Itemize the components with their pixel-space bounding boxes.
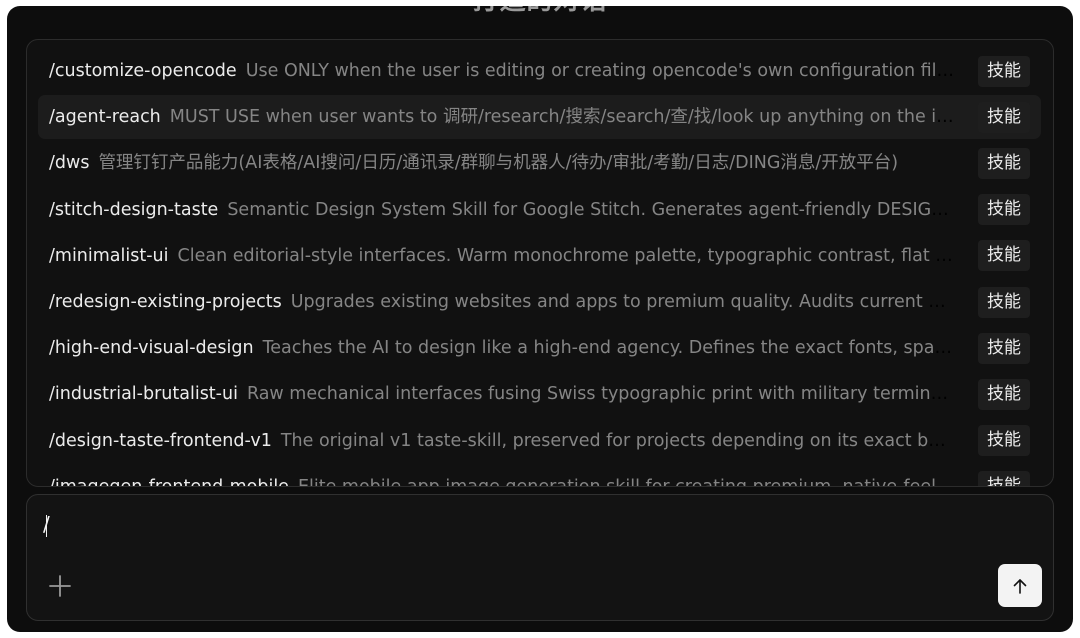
command-item[interactable]: /stitch-design-taste Semantic Design Syst…	[38, 188, 1041, 232]
command-item[interactable]: /high-end-visual-design Teaches the AI to…	[38, 326, 1041, 370]
command-text: /customize-opencode Use ONLY when the use…	[49, 60, 955, 82]
command-text: /high-end-visual-design Teaches the AI to…	[49, 337, 955, 359]
command-name: /industrial-brutalist-ui	[49, 384, 238, 405]
command-name: /design-taste-frontend-v1	[49, 430, 272, 451]
text-caret	[45, 514, 47, 537]
command-description: Raw mechanical interfaces fusing Swiss t…	[246, 384, 955, 405]
command-item[interactable]: /design-taste-frontend-v1 The original v1…	[38, 419, 1041, 463]
app-window: 打造的对话 /customize-opencode Use ONLY when t…	[7, 6, 1073, 632]
command-description: Use ONLY when the user is editing or cre…	[245, 61, 955, 81]
command-item[interactable]: /dws 管理钉钉产品能力(AI表格/AI搜问/日历/通讯录/群聊与机器人/待办/…	[38, 141, 1041, 185]
message-input[interactable]: /	[43, 511, 50, 537]
command-description: MUST USE when user wants to 调研/research/…	[169, 107, 955, 128]
command-text: /redesign-existing-projects Upgrades exis…	[49, 291, 955, 313]
command-name: /imagegen-frontend-mobile	[49, 476, 289, 487]
command-item[interactable]: /customize-opencode Use ONLY when the use…	[38, 49, 1041, 93]
command-text: /industrial-brutalist-ui Raw mechanical i…	[49, 383, 955, 405]
skill-badge: 技能	[978, 471, 1030, 486]
command-name: /minimalist-ui	[49, 245, 169, 266]
command-text: /minimalist-ui Clean editorial-style inte…	[49, 245, 955, 267]
command-description: Semantic Design System Skill for Google …	[227, 199, 955, 220]
skill-badge: 技能	[978, 378, 1030, 410]
command-description: 管理钉钉产品能力(AI表格/AI搜问/日历/通讯录/群聊与机器人/待办/审批/考…	[98, 153, 899, 174]
command-description: Upgrades existing websites and apps to p…	[290, 292, 955, 312]
skill-badge: 技能	[978, 194, 1030, 226]
command-item[interactable]: /minimalist-ui Clean editorial-style inte…	[38, 234, 1041, 278]
command-text: /stitch-design-taste Semantic Design Syst…	[49, 199, 955, 221]
command-palette: /customize-opencode Use ONLY when the use…	[26, 39, 1054, 487]
skill-badge: 技能	[978, 332, 1030, 364]
skill-badge: 技能	[978, 240, 1030, 272]
page-title: 打造的对话	[7, 6, 1073, 16]
command-description: Clean editorial-style interfaces. Warm m…	[177, 245, 955, 266]
command-name: /stitch-design-taste	[49, 199, 219, 220]
command-text: /imagegen-frontend-mobile Elite mobile ap…	[49, 476, 955, 487]
command-name: /redesign-existing-projects	[49, 292, 282, 312]
command-text: /agent-reach MUST USE when user wants to …	[49, 106, 955, 128]
command-item[interactable]: /imagegen-frontend-mobile Elite mobile ap…	[38, 465, 1041, 487]
command-item[interactable]: /agent-reach MUST USE when user wants to …	[38, 95, 1041, 140]
command-name: /high-end-visual-design	[49, 338, 254, 359]
command-item[interactable]: /industrial-brutalist-ui Raw mechanical i…	[38, 372, 1041, 416]
skill-badge: 技能	[978, 55, 1030, 87]
arrow-up-icon	[1013, 578, 1027, 594]
command-text: /design-taste-frontend-v1 The original v1…	[49, 430, 955, 452]
command-description: Teaches the AI to design like a high-end…	[262, 338, 955, 359]
command-text: /dws 管理钉钉产品能力(AI表格/AI搜问/日历/通讯录/群聊与机器人/待办/…	[49, 152, 955, 174]
skill-badge: 技能	[978, 425, 1030, 457]
command-description: The original v1 taste-skill, preserved f…	[280, 430, 955, 451]
send-button[interactable]	[998, 564, 1042, 607]
command-name: /agent-reach	[49, 107, 161, 128]
plus-icon	[49, 575, 71, 597]
skill-badge: 技能	[978, 101, 1030, 133]
command-name: /dws	[49, 153, 90, 174]
command-item[interactable]: /redesign-existing-projects Upgrades exis…	[38, 280, 1041, 324]
add-attachment-button[interactable]	[47, 573, 73, 599]
skill-badge: 技能	[978, 286, 1030, 318]
skill-badge: 技能	[978, 147, 1030, 179]
command-name: /customize-opencode	[49, 61, 237, 81]
composer[interactable]: /	[26, 494, 1054, 621]
command-description: Elite mobile app image generation skill …	[297, 476, 955, 487]
